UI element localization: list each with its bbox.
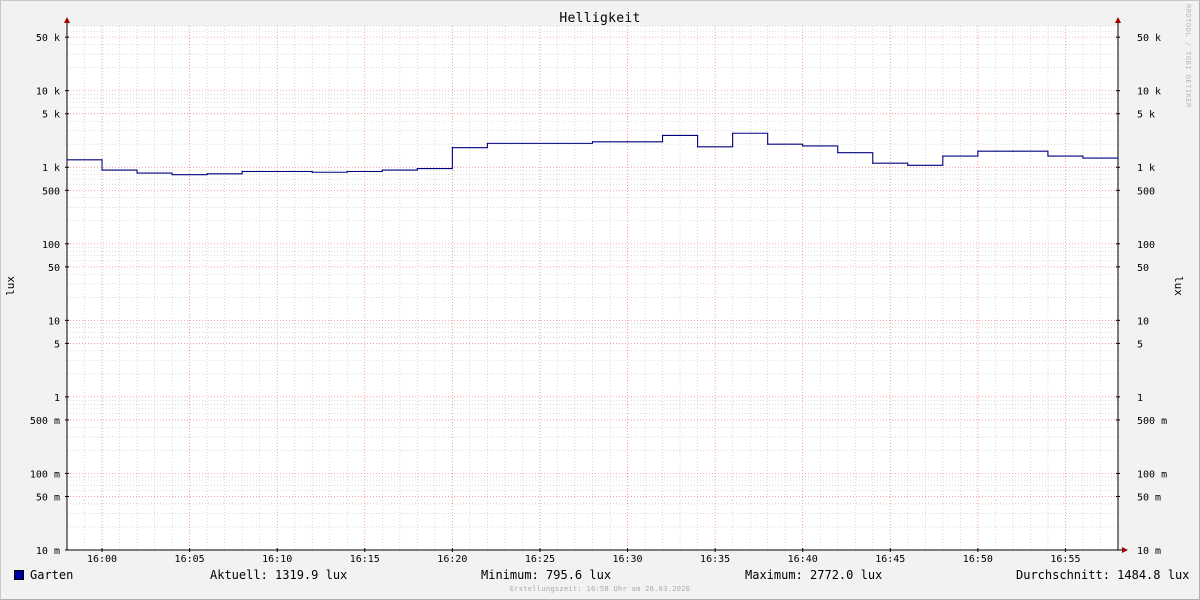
footer-timestamp: Erstellungszeit: 16:58 Uhr am 26.03.2026 (509, 585, 691, 593)
y-tick-label-right: 50 (1137, 263, 1149, 274)
series-point (626, 141, 629, 143)
y-tick-label-right: 5 (1137, 339, 1143, 350)
series-point (521, 142, 524, 144)
series-point (977, 150, 979, 152)
series-point (486, 142, 488, 144)
series-point (416, 168, 418, 170)
x-tick-label: 16:35 (700, 554, 730, 565)
y-tick-label-right: 1 (1137, 393, 1143, 404)
legend-average: Durchschnitt: 1484.8 lux (1016, 568, 1190, 582)
series-point (1117, 157, 1119, 159)
series-point (1082, 157, 1084, 159)
series-point (732, 132, 734, 134)
legend: Garten Aktuell: 1319.9 lux Minimum: 795.… (0, 568, 1200, 584)
x-tick-label: 16:55 (1050, 554, 1080, 565)
y-tick-label-left: 500 (42, 186, 60, 197)
y-tick-label-right: 500 m (1137, 416, 1167, 427)
x-tick-label: 16:05 (175, 554, 205, 565)
legend-minimum: Minimum: 795.6 lux (481, 568, 612, 582)
x-tick-label: 16:50 (963, 554, 993, 565)
y-tick-label-right: 100 m (1137, 469, 1167, 480)
y-tick-label-left: 10 (48, 316, 60, 327)
legend-current: Aktuell: 1319.9 lux (210, 568, 348, 582)
series-point (661, 134, 664, 137)
series-point (206, 173, 208, 175)
series-point (1012, 150, 1014, 152)
x-tick-label: 16:45 (875, 554, 905, 565)
y-tick-label-right: 500 (1137, 186, 1155, 197)
series-point (767, 143, 769, 145)
series-point (591, 141, 594, 143)
x-tick-label: 16:20 (437, 554, 467, 565)
y-tick-label-left: 100 (42, 240, 60, 251)
y-tick-label-left: 1 (54, 393, 60, 404)
legend-series-name: Garten (30, 568, 74, 582)
series-point (381, 169, 383, 171)
y-tick-label-left: 100 m (30, 469, 60, 480)
x-tick-label: 16:15 (350, 554, 380, 565)
y-tick-label-left: 50 (48, 263, 60, 274)
y-axis-arrow-right (1115, 17, 1121, 23)
series-point (346, 170, 348, 173)
y-tick-label-left: 10 m (36, 546, 60, 557)
y-tick-label-left: 50 k (36, 33, 60, 44)
y-tick-label-left: 500 m (30, 416, 60, 427)
series-point (942, 155, 944, 157)
series-point (697, 146, 699, 148)
legend-maximum: Maximum: 2772.0 lux (745, 568, 883, 582)
y-tick-label-left: 50 m (36, 492, 60, 503)
x-axis-arrow (1122, 547, 1128, 553)
y-tick-label-left: 1 k (42, 163, 60, 174)
series-point (556, 142, 559, 144)
series-point (837, 152, 839, 154)
series-point (136, 172, 138, 174)
series-point (241, 170, 243, 173)
x-tick-label: 16:40 (788, 554, 818, 565)
plot-area: 50 k 50 k 10 k 10 k 5 k 5 k 1 k 1 k 500 500 100 100… (30, 17, 1167, 565)
y-axis-arrow-left (64, 17, 70, 23)
y-tick-label-right: 5 k (1137, 110, 1155, 121)
series-point (311, 171, 313, 173)
series-point (451, 147, 453, 149)
x-tick-label: 16:00 (87, 554, 117, 565)
y-tick-label-right: 50 k (1137, 33, 1161, 44)
y-tick-label-left: 10 k (36, 87, 60, 98)
series-point (276, 170, 278, 173)
y-tick-label-right: 10 (1137, 316, 1149, 327)
y-tick-label-right: 10 k (1137, 87, 1161, 98)
series-point (101, 169, 103, 171)
y-tick-label-left: 5 (54, 339, 60, 350)
y-tick-label-right: 10 m (1137, 546, 1161, 557)
series-point (66, 159, 68, 161)
y-tick-label-right: 50 m (1137, 492, 1161, 503)
y-tick-label-right: 1 k (1137, 163, 1155, 174)
series-point (907, 164, 909, 166)
series-point (802, 145, 804, 147)
x-tick-label: 16:10 (262, 554, 292, 565)
y-tick-label-left: 5 k (42, 110, 60, 121)
x-tick-label: 16:25 (525, 554, 555, 565)
x-tick-label: 16:30 (612, 554, 642, 565)
series-point (1047, 155, 1049, 157)
series-point (872, 162, 874, 164)
series-point (171, 174, 173, 176)
y-tick-label-right: 100 (1137, 240, 1155, 251)
